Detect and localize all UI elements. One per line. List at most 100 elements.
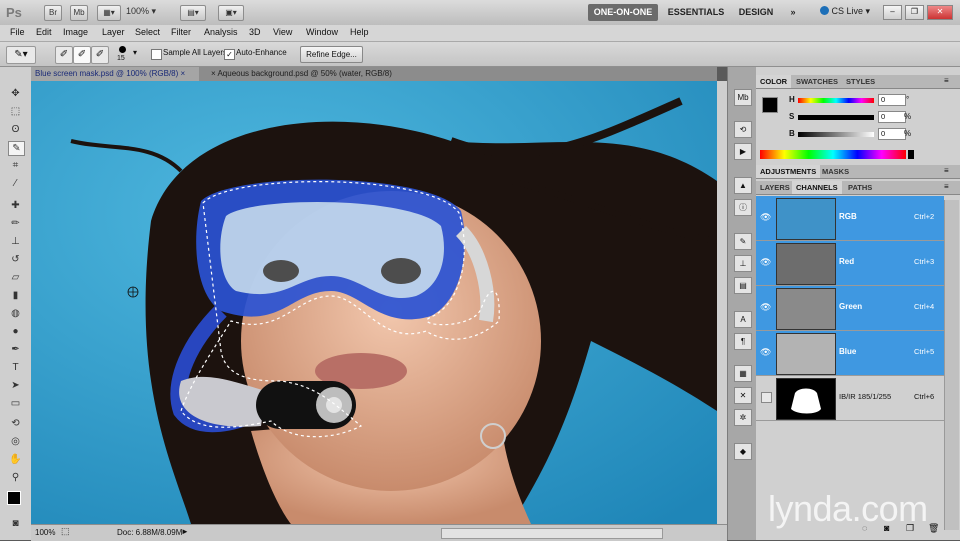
refine-edge-button[interactable]: Refine Edge... — [300, 46, 363, 63]
menu-layer[interactable]: Layer — [102, 27, 125, 37]
menu-file[interactable]: File — [10, 27, 25, 37]
history-panel-icon[interactable]: ⟲ — [734, 121, 752, 138]
tab-styles[interactable]: STYLES — [842, 75, 879, 88]
color-foreground-swatch[interactable] — [762, 97, 778, 113]
layer-comps-panel-icon[interactable]: ◆ — [734, 443, 752, 460]
minimize-button[interactable]: – — [883, 5, 902, 20]
canvas-vertical-scrollbar[interactable] — [717, 81, 727, 524]
screen-mode-button[interactable]: ▣▾ — [218, 5, 244, 21]
move-tool-icon[interactable]: ✥ — [8, 87, 23, 100]
tool-presets-panel-icon[interactable]: ▤ — [734, 277, 752, 294]
saturation-value[interactable]: 0 — [878, 111, 906, 123]
clone-source-panel-icon[interactable]: ⊥ — [734, 255, 752, 272]
dodge-tool-icon[interactable]: ● — [8, 325, 23, 338]
path-selection-tool-icon[interactable]: ➤ — [8, 379, 23, 392]
menu-view[interactable]: View — [273, 27, 292, 37]
eye-icon[interactable]: 👁 — [760, 302, 772, 312]
status-zoom[interactable]: 100% — [35, 528, 55, 537]
add-to-selection-button[interactable]: ✐ — [73, 46, 91, 64]
navigator-panel-icon[interactable]: ▲ — [734, 177, 752, 194]
crop-tool-icon[interactable]: ⌗ — [8, 159, 23, 172]
channel-row-red[interactable]: 👁 Red Ctrl+3 — [756, 241, 944, 286]
maximize-button[interactable]: ❐ — [905, 5, 924, 20]
quick-selection-tool-icon[interactable]: ✎ — [8, 141, 25, 156]
tab-swatches[interactable]: SWATCHES — [792, 75, 842, 88]
notes-panel-icon[interactable]: ▦ — [734, 365, 752, 382]
channels-scrollbar[interactable] — [944, 200, 959, 530]
channel-row-alpha[interactable]: IB/IR 185/1/255 Ctrl+6 — [756, 376, 944, 421]
lasso-tool-icon[interactable]: ʘ — [8, 123, 23, 136]
eye-icon[interactable]: 👁 — [760, 257, 772, 267]
3d-orbit-tool-icon[interactable]: ◎ — [8, 435, 23, 448]
gradient-tool-icon[interactable]: ▮ — [8, 289, 23, 302]
brightness-value[interactable]: 0 — [878, 128, 906, 140]
brightness-slider[interactable] — [798, 132, 874, 137]
minibridge-panel-icon[interactable]: Mb — [734, 89, 752, 106]
color-ramp-black[interactable] — [908, 150, 914, 159]
status-doc-size[interactable]: Doc: 6.88M/8.09M — [117, 528, 182, 537]
quick-mask-icon[interactable]: ◙ — [8, 517, 23, 530]
blur-tool-icon[interactable]: ◍ — [8, 307, 23, 320]
animation-panel-icon[interactable]: ✲ — [734, 409, 752, 426]
channel-row-green[interactable]: 👁 Green Ctrl+4 — [756, 286, 944, 331]
shape-tool-icon[interactable]: ▭ — [8, 397, 23, 410]
status-menu-icon[interactable]: ► — [181, 527, 189, 536]
tab-paths[interactable]: PATHS — [844, 181, 876, 194]
3d-rotate-tool-icon[interactable]: ⟲ — [8, 417, 23, 430]
menu-select[interactable]: Select — [135, 27, 160, 37]
arrange-documents-button[interactable]: ▤▾ — [180, 5, 206, 21]
close-tab-icon[interactable]: × — [181, 69, 186, 78]
tool-preset-picker[interactable]: ✎▾ — [6, 46, 36, 64]
delete-channel-icon[interactable]: 🗑 — [928, 523, 939, 534]
healing-brush-tool-icon[interactable]: ✚ — [8, 199, 23, 212]
workspace-one-on-one[interactable]: ONE-ON-ONE — [588, 4, 658, 21]
foreground-color-swatch[interactable] — [7, 491, 21, 505]
hand-tool-icon[interactable]: ✋ — [8, 453, 23, 466]
channel-row-rgb[interactable]: 👁 RGB Ctrl+2 — [756, 196, 944, 241]
subtract-selection-button[interactable]: ✐ — [91, 46, 109, 64]
eye-icon[interactable]: 👁 — [760, 212, 772, 222]
sample-all-layers-checkbox[interactable] — [151, 49, 162, 60]
visibility-toggle[interactable] — [761, 392, 772, 403]
color-ramp[interactable] — [760, 150, 906, 159]
marquee-tool-icon[interactable]: ⬚ — [8, 105, 23, 118]
panel-menu-icon[interactable]: ≡ — [944, 76, 949, 85]
info-panel-icon[interactable]: ⓘ — [734, 199, 752, 216]
brush-picker[interactable]: 15 ▾ — [115, 45, 143, 63]
auto-enhance-checkbox[interactable]: ✓ — [224, 49, 235, 60]
menu-window[interactable]: Window — [306, 27, 338, 37]
eyedropper-tool-icon[interactable]: ⁄ — [8, 177, 23, 190]
workspace-more-button[interactable]: » — [786, 4, 800, 21]
hue-slider[interactable] — [798, 98, 874, 103]
zoom-level-select[interactable]: 100% ▾ — [126, 6, 156, 17]
clone-stamp-tool-icon[interactable]: ⊥ — [8, 235, 23, 248]
panel-menu-icon[interactable]: ≡ — [944, 166, 949, 175]
history-brush-tool-icon[interactable]: ↺ — [8, 253, 23, 266]
tab-channels[interactable]: CHANNELS — [792, 181, 842, 194]
zoom-tool-icon[interactable]: ⚲ — [8, 471, 23, 484]
menu-filter[interactable]: Filter — [171, 27, 191, 37]
document-canvas[interactable] — [31, 81, 717, 524]
tab-blue-screen-mask[interactable]: Blue screen mask.psd @ 100% (RGB/8) × — [31, 67, 199, 81]
menu-edit[interactable]: Edit — [36, 27, 52, 37]
hue-value[interactable]: 0 — [878, 94, 906, 106]
saturation-slider[interactable] — [798, 115, 874, 120]
paragraph-panel-icon[interactable]: ¶ — [734, 333, 752, 350]
brush-tool-icon[interactable]: ✏ — [8, 217, 23, 230]
actions-panel-icon[interactable]: ▶ — [734, 143, 752, 160]
workspace-design[interactable]: DESIGN — [736, 4, 776, 21]
tab-adjustments[interactable]: ADJUSTMENTS — [756, 165, 821, 178]
new-selection-button[interactable]: ✐ — [55, 46, 73, 64]
cs-live-menu[interactable]: CS Live ▾ — [820, 6, 870, 17]
channel-row-blue[interactable]: 👁 Blue Ctrl+5 — [756, 331, 944, 376]
menu-image[interactable]: Image — [63, 27, 88, 37]
menu-analysis[interactable]: Analysis — [204, 27, 238, 37]
tab-layers[interactable]: LAYERS — [756, 181, 794, 194]
tab-aqueous-background[interactable]: × Aqueous background.psd @ 50% (water, R… — [207, 67, 451, 81]
pen-tool-icon[interactable]: ✒ — [8, 343, 23, 356]
view-extras-button[interactable]: ▦▾ — [97, 5, 121, 21]
tab-masks[interactable]: MASKS — [818, 165, 853, 178]
character-panel-icon[interactable]: A — [734, 311, 752, 328]
eraser-tool-icon[interactable]: ▱ — [8, 271, 23, 284]
close-window-button[interactable]: ✕ — [927, 5, 953, 20]
